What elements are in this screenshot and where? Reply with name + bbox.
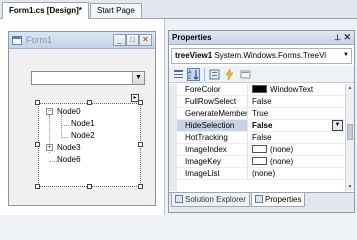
property-value-text: (none) <box>270 145 294 154</box>
property-row[interactable]: FullRowSelect False <box>177 96 345 108</box>
resize-handle[interactable] <box>87 184 92 189</box>
maximize-button[interactable]: □ <box>126 34 139 46</box>
tree-node[interactable]: Node6 <box>57 155 81 164</box>
form-icon <box>12 36 22 45</box>
combo-box[interactable]: ▼ <box>31 71 145 85</box>
resize-handle[interactable] <box>35 100 40 105</box>
tab-start-page[interactable]: Start Page <box>90 3 142 18</box>
object-type: System.Windows.Forms.TreeVi <box>214 51 327 60</box>
close-icon[interactable]: ✕ <box>343 32 351 43</box>
vertical-scrollbar[interactable]: ▲ ▼ <box>345 84 354 191</box>
property-row-selected[interactable]: HideSelection False ▼ <box>177 120 345 132</box>
property-value[interactable]: (none) <box>249 144 345 155</box>
form-title: Form1 <box>26 35 53 45</box>
tree-guide-line <box>61 137 69 138</box>
property-pages-icon[interactable] <box>239 68 252 81</box>
resize-handle[interactable] <box>35 184 40 189</box>
image-swatch <box>252 145 267 153</box>
color-swatch <box>252 85 267 93</box>
svg-text:Z: Z <box>188 75 191 80</box>
property-name: ImageKey <box>177 156 248 167</box>
property-row[interactable]: GenerateMember True <box>177 108 345 120</box>
property-name: ImageList <box>177 168 248 179</box>
dropdown-button[interactable]: ▼ <box>332 120 343 131</box>
tree-node[interactable]: Node1 <box>71 119 95 128</box>
property-name: ForeColor <box>177 84 248 95</box>
property-row[interactable]: ImageList (none) <box>177 168 345 180</box>
tree-guide-line <box>61 115 62 138</box>
tree-node[interactable]: Node0 <box>57 107 81 116</box>
tree-node[interactable]: Node3 <box>57 143 81 152</box>
object-selector[interactable]: treeView1 System.Windows.Forms.TreeVi ▼ <box>171 48 352 64</box>
toolbar-separator <box>204 68 205 81</box>
image-swatch <box>252 157 267 165</box>
properties-toolbar: AZ <box>169 66 354 83</box>
resize-handle[interactable] <box>138 142 143 147</box>
close-button[interactable]: ✕ <box>139 34 152 46</box>
designer-surface: Form1 _ □ ✕ ▼ − Node0 Node1 Node2 + Node… <box>0 19 165 215</box>
property-value[interactable]: WindowText <box>249 84 345 95</box>
property-row[interactable]: ImageKey (none) <box>177 156 345 168</box>
property-row[interactable]: HotTracking False <box>177 132 345 144</box>
panel-tab-strip: Solution Explorer Properties <box>169 192 354 212</box>
property-value[interactable]: False <box>249 120 345 131</box>
tree-guide-line <box>61 125 69 126</box>
events-icon[interactable] <box>223 68 236 81</box>
property-name: FullRowSelect <box>177 96 248 107</box>
scroll-down-icon[interactable]: ▼ <box>346 183 354 191</box>
tab-form1-design[interactable]: Form1.cs [Design]* <box>2 2 89 20</box>
categorized-icon[interactable] <box>172 68 185 81</box>
property-row[interactable]: ImageIndex (none) <box>177 144 345 156</box>
property-value[interactable]: (none) <box>249 168 345 179</box>
form-window[interactable]: Form1 _ □ ✕ ▼ − Node0 Node1 Node2 + Node… <box>8 31 156 206</box>
property-value[interactable]: (none) <box>249 156 345 167</box>
collapse-icon[interactable]: − <box>46 108 53 115</box>
property-value-text: (none) <box>270 157 294 166</box>
form-titlebar: Form1 _ □ ✕ <box>9 32 155 49</box>
grid-gutter <box>169 84 177 191</box>
tree-node[interactable]: Node2 <box>71 131 95 140</box>
chevron-down-icon[interactable]: ▼ <box>343 52 349 58</box>
object-name: treeView1 <box>175 51 213 60</box>
resize-handle[interactable] <box>35 142 40 147</box>
property-name: HideSelection <box>177 120 248 131</box>
tab-properties[interactable]: Properties <box>251 193 306 207</box>
resize-handle[interactable] <box>87 100 92 105</box>
property-name: ImageIndex <box>177 144 248 155</box>
tree-view[interactable]: − Node0 Node1 Node2 + Node3 Node6 <box>38 103 141 187</box>
tab-label: Solution Explorer <box>185 195 246 204</box>
property-grid: ForeColor WindowText FullRowSelect False… <box>169 84 354 191</box>
property-name: GenerateMember <box>177 108 248 119</box>
properties-title-bar: Properties ⊥ ✕ <box>169 31 354 45</box>
properties-tab-icon <box>255 195 263 203</box>
properties-icon[interactable] <box>208 68 221 81</box>
panel-title: Properties <box>172 33 212 42</box>
property-name: HotTracking <box>177 132 248 143</box>
property-value[interactable]: False <box>249 132 345 143</box>
tab-label: Properties <box>265 195 302 204</box>
tab-solution-explorer[interactable]: Solution Explorer <box>171 193 250 207</box>
scrollbar-thumb[interactable] <box>347 124 353 140</box>
alphabetical-icon[interactable]: AZ <box>187 68 200 81</box>
property-value[interactable]: False <box>249 96 345 107</box>
resize-handle[interactable] <box>138 184 143 189</box>
document-tab-strip: Form1.cs [Design]* Start Page <box>0 0 357 20</box>
minimize-button[interactable]: _ <box>113 34 126 46</box>
expand-icon[interactable]: + <box>46 144 53 151</box>
chevron-down-icon[interactable]: ▼ <box>132 72 144 84</box>
solution-explorer-icon <box>175 195 183 203</box>
scroll-up-icon[interactable]: ▲ <box>346 84 354 92</box>
pin-icon[interactable]: ⊥ <box>334 33 341 42</box>
properties-panel: Properties ⊥ ✕ treeView1 System.Windows.… <box>168 30 355 213</box>
smart-tag-icon[interactable]: ▸ <box>131 94 139 102</box>
property-value-text: WindowText <box>270 85 314 94</box>
property-row[interactable]: ForeColor WindowText <box>177 84 345 96</box>
property-value[interactable]: True <box>249 108 345 119</box>
